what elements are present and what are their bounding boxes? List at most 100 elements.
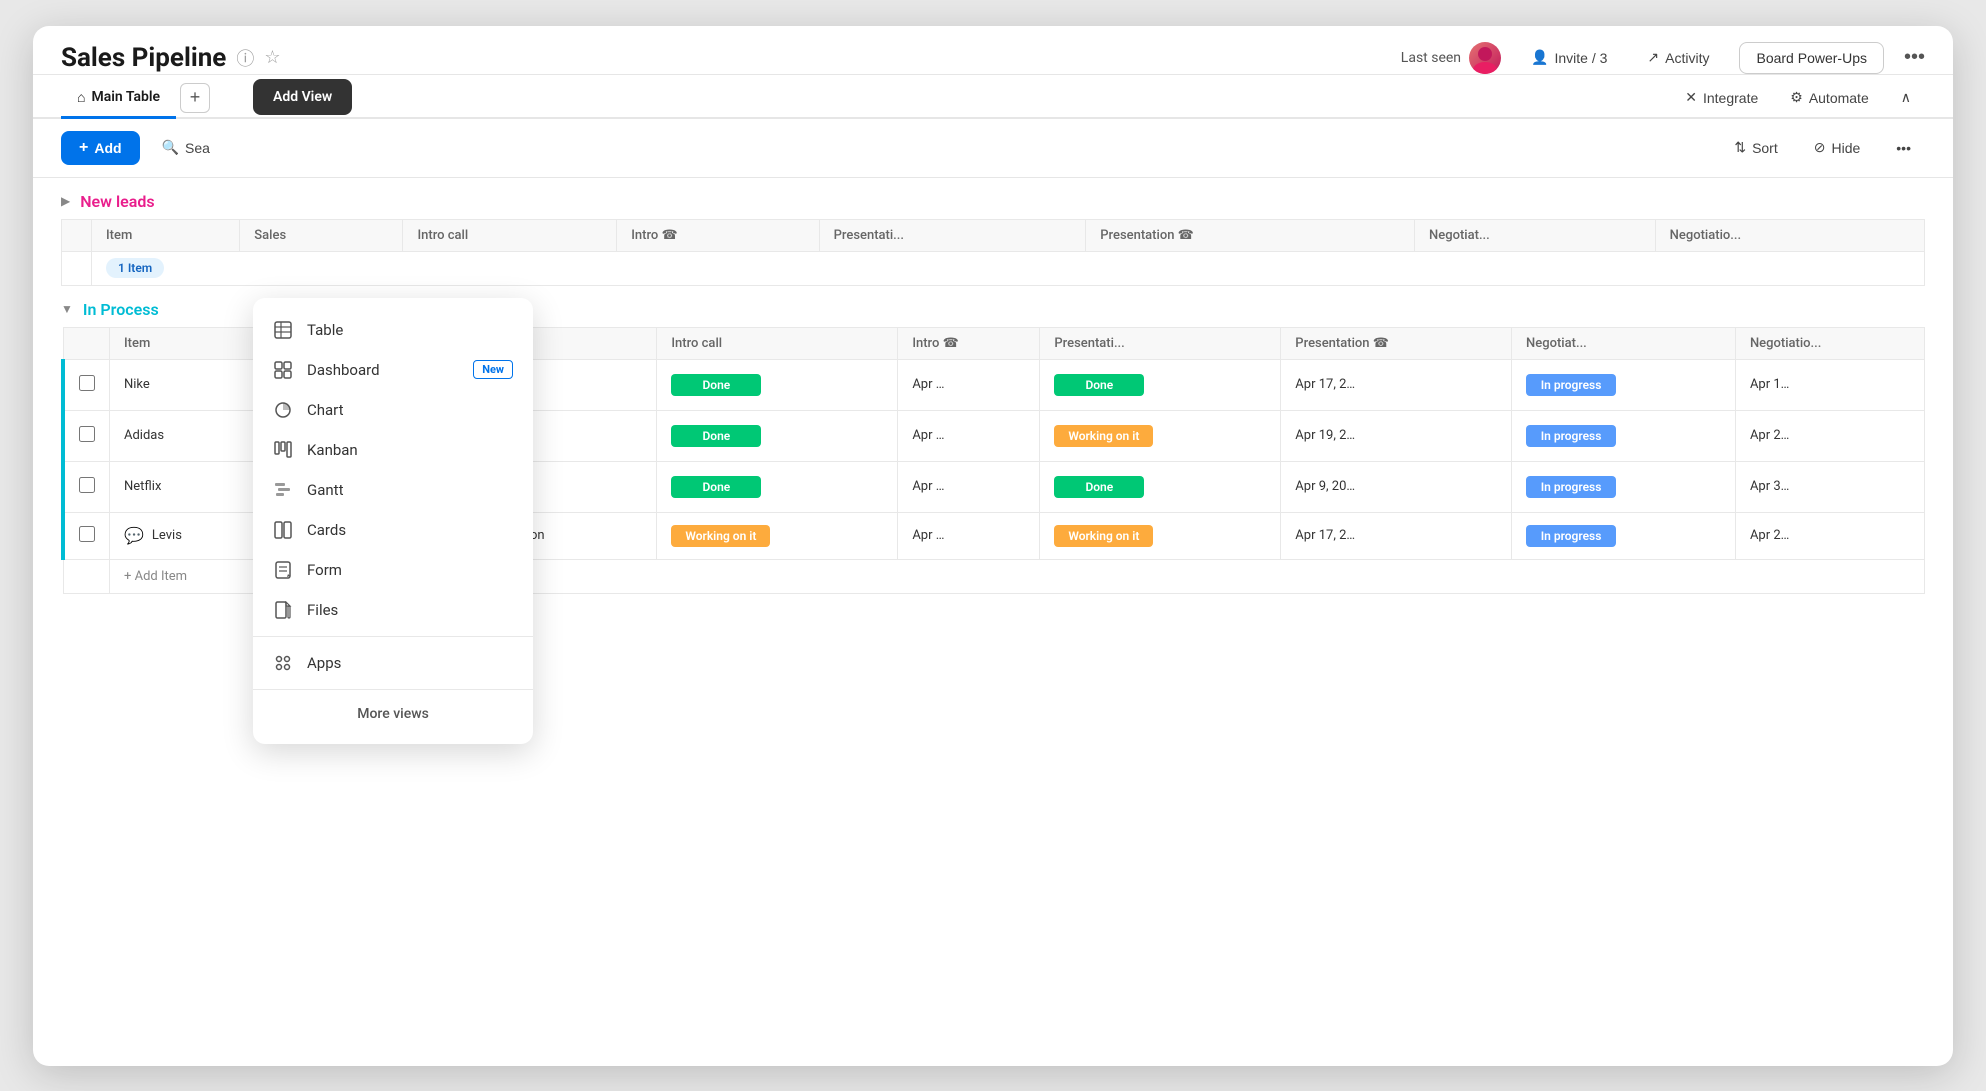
cell-intro-date: Apr … [898,512,1040,559]
dashboard-icon [273,360,293,380]
cell-intro-phone: Working on it [1040,512,1281,559]
collapse-tabs-button[interactable]: ∧ [1887,83,1925,112]
cell-pres-date: Apr 17, 2… [1281,359,1512,410]
cell-neg-date: Apr 1… [1735,359,1924,410]
invite-button[interactable]: 👤 Invite / 3 [1521,43,1617,72]
cell-intro-call: Working on it [657,512,898,559]
add-tab-button[interactable]: + [180,83,210,113]
status-badge: Done [671,476,761,498]
kanban-icon [273,440,293,460]
menu-label-gantt: Gantt [307,481,343,499]
col-negotiation: Negotiat... [1415,219,1656,251]
integrate-button[interactable]: ✕ Integrate [1671,83,1772,112]
menu-item-kanban[interactable]: Kanban [253,430,533,470]
cell-neg-date: Apr 2… [1735,512,1924,559]
cell-negotiation: In progress [1512,359,1736,410]
integrate-icon: ✕ [1685,89,1697,106]
automate-button[interactable]: ⚙ Automate [1776,83,1883,112]
menu-item-form[interactable]: Form [253,550,533,590]
status-badge: Done [1054,476,1144,498]
menu-item-cards[interactable]: Cards [253,510,533,550]
cell-intro-phone: Done [1040,359,1281,410]
menu-label-files: Files [307,601,338,619]
col-negotiation2-in-process: Negotiatio... [1735,327,1924,359]
col-negotiation2: Negotiatio... [1655,219,1924,251]
cell-intro-date: Apr … [898,359,1040,410]
cell-intro-phone: Done [1040,461,1281,512]
star-icon[interactable]: ☆ [264,47,280,68]
status-badge: Done [671,425,761,447]
cell-intro-call: Done [657,461,898,512]
tab-main-table[interactable]: ⌂ Main Table [61,79,176,119]
row-checkbox[interactable] [79,477,95,493]
item-name-levis: Levis [152,528,182,543]
hide-button[interactable]: ⊘ Hide [1800,132,1875,163]
activity-icon: ↗ [1647,49,1659,66]
status-badge: In progress [1526,476,1616,498]
cell-pres-date: Apr 17, 2… [1281,512,1512,559]
cell-intro-date: Apr … [898,461,1040,512]
row-checkbox[interactable] [79,526,95,542]
menu-item-apps[interactable]: Apps [253,643,533,683]
status-badge: In progress [1526,525,1616,547]
status-badge: In progress [1526,425,1616,447]
status-badge: Working on it [671,525,770,547]
tabs-right: ✕ Integrate ⚙ Automate ∧ [1671,83,1925,112]
more-options-button[interactable]: ••• [1904,46,1925,69]
status-badge: Done [1054,374,1144,396]
row-checkbox[interactable] [79,375,95,391]
cell-neg-date: Apr 3… [1735,461,1924,512]
files-icon [273,600,293,620]
toolbar: + Add 🔍 Sea ⇅ Sort ⊘ Hide ••• [33,119,1953,178]
menu-item-gantt[interactable]: Gantt [253,470,533,510]
add-button[interactable]: + Add [61,131,140,165]
menu-label-dashboard: Dashboard [307,361,380,379]
activity-button[interactable]: ↗ Activity [1637,43,1719,72]
col-intro-call: Intro call [403,219,617,251]
new-badge: New [473,360,513,379]
col-presentation-in-process: Presentati... [1040,327,1281,359]
col-presentation: Presentati... [819,219,1086,251]
menu-item-files[interactable]: Files [253,590,533,630]
search-icon: 🔍 [162,139,179,156]
col-presentation-phone: Presentation ☎ [1086,219,1415,251]
board-power-ups-button[interactable]: Board Power-Ups [1739,42,1884,74]
col-presentation-phone-in-process: Presentation ☎ [1281,327,1512,359]
menu-item-chart[interactable]: Chart [253,390,533,430]
automate-icon: ⚙ [1790,89,1803,106]
more-views-row[interactable]: More views [253,696,533,732]
item-count-badge: 1 Item [106,258,164,278]
search-button[interactable]: 🔍 Sea [148,132,224,163]
cell-neg-date: Apr 2… [1735,410,1924,461]
status-badge: In progress [1526,374,1616,396]
cell-intro-phone: Working on it [1040,410,1281,461]
app-title: Sales Pipeline [61,43,226,73]
group-title-new-leads: New leads [80,192,154,211]
dropdown-overlay: Table Dashboard New Chart [253,298,533,744]
row-checkbox[interactable] [79,426,95,442]
new-leads-item-count-row: 1 Item [62,251,1925,285]
group-chevron-new-leads[interactable]: ▶ [61,194,70,208]
hide-icon: ⊘ [1814,139,1826,156]
menu-divider [253,636,533,637]
chat-icon[interactable]: 💬 [124,526,144,545]
header-right: Last seen 👤 Invite / 3 ↗ Activity Board … [1401,42,1925,74]
menu-label-form: Form [307,561,342,579]
more-toolbar-button[interactable]: ••• [1882,133,1925,163]
cell-negotiation: In progress [1512,410,1736,461]
group-chevron-in-process[interactable]: ▼ [61,302,73,316]
menu-item-dashboard[interactable]: Dashboard New [253,350,533,390]
col-intro-phone-in-process: Intro ☎ [898,327,1040,359]
menu-item-table[interactable]: Table [253,310,533,350]
invite-icon: 👤 [1531,49,1548,66]
plus-icon: + [79,139,88,157]
info-icon[interactable]: ⓘ [236,45,254,71]
menu-label-kanban: Kanban [307,441,358,459]
menu-label-chart: Chart [307,401,344,419]
sort-button[interactable]: ⇅ Sort [1720,132,1791,163]
status-badge: Done [671,374,761,396]
col-item: Item [92,219,240,251]
cell-negotiation: In progress [1512,512,1736,559]
dropdown-menu: Table Dashboard New Chart [253,298,533,744]
header-left: Sales Pipeline ⓘ ☆ [61,43,280,73]
